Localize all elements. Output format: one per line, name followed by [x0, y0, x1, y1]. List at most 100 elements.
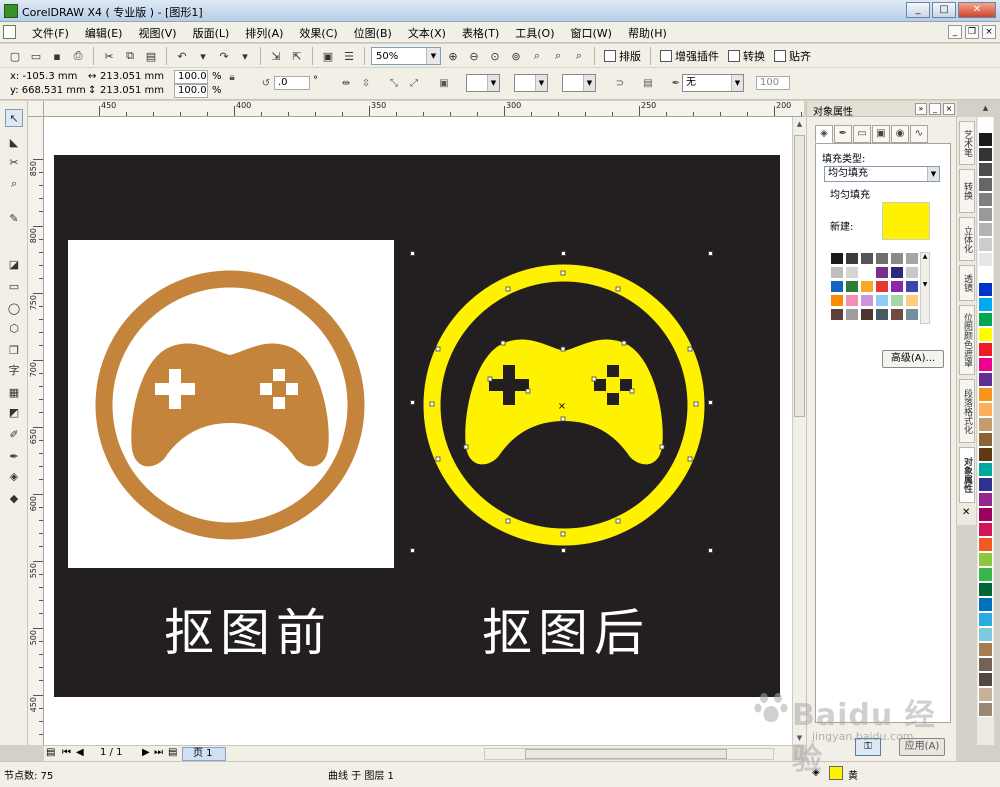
scroll-up-icon[interactable]: ▲ [793, 117, 806, 131]
export-icon[interactable]: ⇱ [288, 47, 306, 65]
polygon-tool-icon[interactable]: ⬡ [5, 319, 23, 337]
swatch-19[interactable] [845, 294, 859, 307]
tab-bitmap-color-mask[interactable]: 位图颜色遮罩 [959, 305, 975, 375]
swatch-16[interactable] [890, 280, 904, 293]
shape-tool-icon[interactable]: ◣ [5, 133, 23, 151]
palette-color-30[interactable] [978, 567, 993, 582]
palette-color-14[interactable] [978, 327, 993, 342]
zoom-out-icon[interactable]: ⊖ [465, 47, 483, 65]
palette-color-38[interactable] [978, 687, 993, 702]
selection-handle-tm[interactable] [561, 251, 566, 256]
last-page-icon[interactable]: ⏭ [154, 747, 163, 758]
tab-object-properties[interactable]: 对象属性 [959, 447, 975, 503]
palette-color-10[interactable] [978, 267, 993, 282]
vertical-ruler[interactable]: 850 800 750 700 650 600 550 500 450 [28, 117, 44, 745]
x-position-field[interactable]: x: -105.3 mm [10, 71, 77, 82]
palette-color-13[interactable] [978, 312, 993, 327]
palette-color-4[interactable] [978, 177, 993, 192]
swatch-18[interactable] [830, 294, 844, 307]
scale-y-field[interactable]: 100.0 [174, 84, 208, 98]
detail-tab-icon[interactable]: ▣ [872, 125, 890, 143]
height-field[interactable]: 213.051 mm [100, 85, 164, 96]
swatch-13[interactable] [845, 280, 859, 293]
page-tab[interactable]: 页 1 [182, 747, 226, 761]
palette-color-35[interactable] [978, 642, 993, 657]
caption-after[interactable]: 抠图后 [482, 593, 650, 665]
copy-icon[interactable]: ⧉ [121, 47, 139, 65]
close-tabs-icon[interactable]: ✕ [962, 507, 970, 518]
menu-edit[interactable]: 编辑(E) [77, 25, 131, 41]
menu-table[interactable]: 表格(T) [454, 25, 507, 41]
line-start-select[interactable]: ▼ [466, 74, 500, 92]
zoom-selected-icon[interactable]: ⊙ [486, 47, 504, 65]
zoom-height-icon[interactable]: ⌕ [570, 47, 588, 65]
zoom-level-select[interactable]: 50% ▼ [371, 47, 441, 65]
break-apart-icon[interactable]: ⤢ [406, 76, 422, 92]
cut-icon[interactable]: ✂ [100, 47, 118, 65]
fill-tab-icon[interactable]: ◈ [815, 125, 833, 143]
freehand-tool-icon[interactable]: ✎ [5, 209, 23, 227]
crop-tool-icon[interactable]: ✂ [5, 153, 23, 171]
maximize-button[interactable]: □ [932, 2, 956, 18]
palette-color-25[interactable] [978, 492, 993, 507]
palette-color-5[interactable] [978, 192, 993, 207]
swatch-9[interactable] [875, 266, 889, 279]
palette-color-21[interactable] [978, 432, 993, 447]
lock-icon[interactable]: ⚿ [855, 738, 881, 756]
swatch-11[interactable] [905, 266, 919, 279]
close-button[interactable]: ✕ [958, 2, 996, 18]
text-tool-icon[interactable]: 字 [5, 361, 23, 379]
palette-color-34[interactable] [978, 627, 993, 642]
selection-handle-tr[interactable] [708, 251, 713, 256]
docker-minimize-icon[interactable]: _ [929, 103, 941, 115]
palette-color-12[interactable] [978, 297, 993, 312]
palette-color-27[interactable] [978, 522, 993, 537]
redo-dropdown-icon[interactable]: ▾ [236, 47, 254, 65]
add-page-icon[interactable]: ▤ [46, 747, 55, 758]
swatch-25[interactable] [845, 308, 859, 321]
curve-tab-icon[interactable]: ∿ [910, 125, 928, 143]
outline-tab-icon[interactable]: ✒ [834, 125, 852, 143]
swatch-14[interactable] [860, 280, 874, 293]
plugin-button[interactable]: 增强插件 [657, 48, 722, 64]
palette-color-23[interactable] [978, 462, 993, 477]
selection-handle-bl[interactable] [410, 548, 415, 553]
docker-close-icon[interactable]: × [943, 103, 955, 115]
palette-color-26[interactable] [978, 507, 993, 522]
redo-icon[interactable]: ↷ [215, 47, 233, 65]
zoom-in-icon[interactable]: ⊕ [444, 47, 462, 65]
swatch-20[interactable] [860, 294, 874, 307]
palette-color-16[interactable] [978, 357, 993, 372]
palette-color-37[interactable] [978, 672, 993, 687]
undo-icon[interactable]: ↶ [173, 47, 191, 65]
scroll-down-icon[interactable]: ▼ [793, 731, 806, 745]
color-palette[interactable] [977, 117, 994, 745]
convert-button[interactable]: 转换 [725, 48, 768, 64]
convert-to-curves-icon[interactable]: ⤡ [386, 76, 402, 92]
menu-help[interactable]: 帮助(H) [620, 25, 675, 41]
advanced-button[interactable]: 高级(A)... [882, 350, 944, 368]
open-curve-icon[interactable]: ⊃ [612, 76, 628, 92]
line-style-select[interactable]: ▼ [514, 74, 548, 92]
tab-paragraph-formatting[interactable]: 段落格式化 [959, 379, 975, 443]
ellipse-tool-icon[interactable]: ◯ [5, 299, 23, 317]
gamepad-logo-original[interactable] [84, 259, 376, 551]
palette-color-0[interactable] [978, 117, 993, 132]
save-icon[interactable]: ▪ [48, 47, 66, 65]
menu-bitmaps[interactable]: 位图(B) [346, 25, 400, 41]
swatch-10[interactable] [890, 266, 904, 279]
horizontal-scrollbar[interactable] [484, 748, 774, 760]
swatch-3[interactable] [875, 252, 889, 265]
zoom-width-icon[interactable]: ⌕ [549, 47, 567, 65]
vertical-scrollbar[interactable]: ▲ ▼ [792, 117, 806, 745]
menu-layout[interactable]: 版面(L) [185, 25, 238, 41]
selection-handle-br[interactable] [708, 548, 713, 553]
palette-color-6[interactable] [978, 207, 993, 222]
palette-color-28[interactable] [978, 537, 993, 552]
palette-color-31[interactable] [978, 582, 993, 597]
paste-icon[interactable]: ▤ [142, 47, 160, 65]
menu-effects[interactable]: 效果(C) [291, 25, 345, 41]
import-icon[interactable]: ⇲ [267, 47, 285, 65]
mirror-vertical-icon[interactable]: ⇳ [358, 76, 374, 92]
palette-color-24[interactable] [978, 477, 993, 492]
